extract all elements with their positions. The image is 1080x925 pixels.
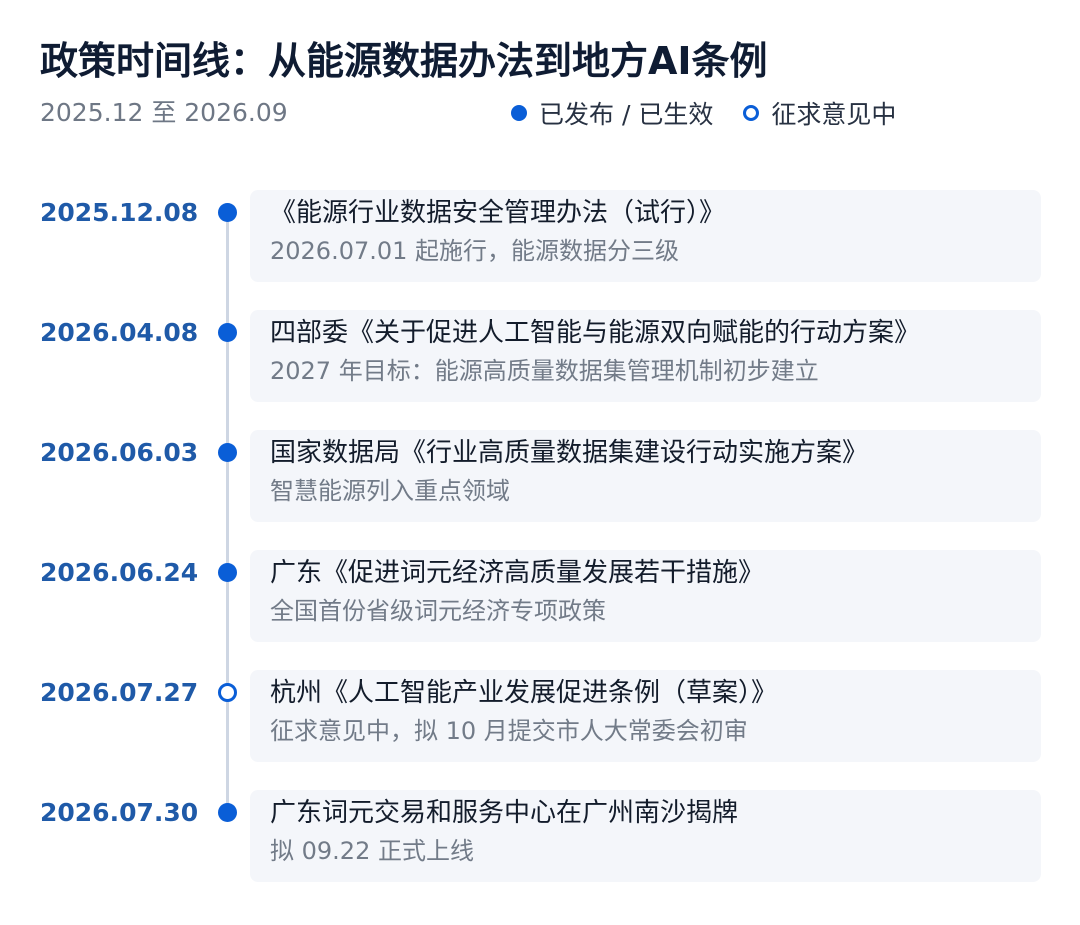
entry-note: 全国首份省级词元经济专项政策 [270,597,606,625]
filled-dot-icon [218,803,237,822]
entry-card: 四部委《关于促进人工智能与能源双向赋能的行动方案》 2027 年目标：能源高质量… [250,310,1041,402]
timeline-entry: 2026.04.08 四部委《关于促进人工智能与能源双向赋能的行动方案》 202… [0,310,1080,402]
timeline-entry: 2026.07.27 杭州《人工智能产业发展促进条例（草案）》 征求意见中，拟 … [0,670,1080,762]
entry-card: 广东词元交易和服务中心在广州南沙揭牌 拟 09.22 正式上线 [250,790,1041,882]
entry-title: 《能源行业数据安全管理办法（试行）》 [270,198,726,228]
entry-card: 广东《促进词元经济高质量发展若干措施》 全国首份省级词元经济专项政策 [250,550,1041,642]
entry-card: 杭州《人工智能产业发展促进条例（草案）》 征求意见中，拟 10 月提交市人大常委… [250,670,1041,762]
policy-timeline: 2025.12.08 《能源行业数据安全管理办法（试行）》 2026.07.01… [0,0,1080,925]
timeline-entry: 2026.07.30 广东词元交易和服务中心在广州南沙揭牌 拟 09.22 正式… [0,790,1080,882]
entry-note: 征求意见中，拟 10 月提交市人大常委会初审 [270,717,748,745]
filled-dot-icon [218,443,237,462]
filled-dot-icon [218,563,237,582]
hollow-dot-icon [218,683,237,702]
entry-date: 2026.04.08 [40,318,199,347]
entry-title: 杭州《人工智能产业发展促进条例（草案）》 [270,678,778,708]
entry-date: 2026.06.03 [40,438,199,467]
entry-date: 2026.06.24 [40,558,199,587]
entry-note: 智慧能源列入重点领域 [270,477,510,505]
entry-date: 2025.12.08 [40,198,199,227]
entry-card: 国家数据局《行业高质量数据集建设行动实施方案》 智慧能源列入重点领域 [250,430,1041,522]
timeline-entry: 2025.12.08 《能源行业数据安全管理办法（试行）》 2026.07.01… [0,190,1080,282]
timeline-entry: 2026.06.24 广东《促进词元经济高质量发展若干措施》 全国首份省级词元经… [0,550,1080,642]
entry-note: 拟 09.22 正式上线 [270,837,474,865]
entry-note: 2027 年目标：能源高质量数据集管理机制初步建立 [270,357,819,385]
entry-date: 2026.07.30 [40,798,199,827]
filled-dot-icon [218,323,237,342]
filled-dot-icon [218,203,237,222]
entry-date: 2026.07.27 [40,678,199,707]
timeline-entry: 2026.06.03 国家数据局《行业高质量数据集建设行动实施方案》 智慧能源列… [0,430,1080,522]
entry-title: 国家数据局《行业高质量数据集建设行动实施方案》 [270,438,869,468]
entry-title: 四部委《关于促进人工智能与能源双向赋能的行动方案》 [270,318,921,348]
entry-card: 《能源行业数据安全管理办法（试行）》 2026.07.01 起施行，能源数据分三… [250,190,1041,282]
entry-title: 广东词元交易和服务中心在广州南沙揭牌 [270,798,739,828]
entry-title: 广东《促进词元经济高质量发展若干措施》 [270,558,765,588]
entry-note: 2026.07.01 起施行，能源数据分三级 [270,237,680,265]
